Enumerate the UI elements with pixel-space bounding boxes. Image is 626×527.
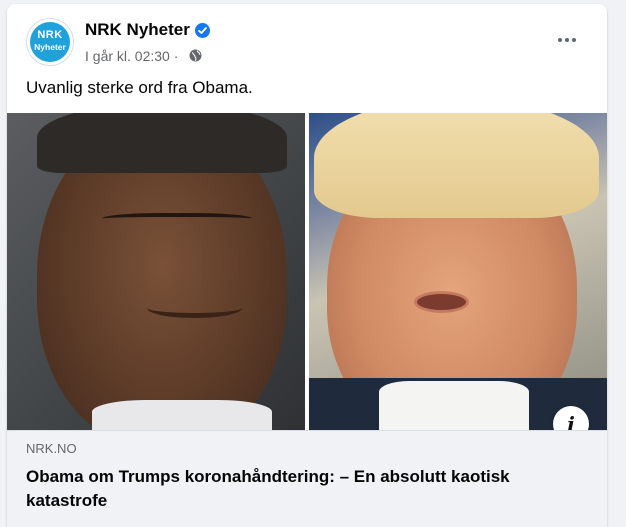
- verified-check-icon: [195, 23, 210, 38]
- more-horizontal-icon: [572, 38, 576, 42]
- link-title[interactable]: Obama om Trumps koronahåndtering: – En a…: [26, 465, 586, 513]
- info-button[interactable]: i: [553, 406, 589, 430]
- more-horizontal-icon: [565, 38, 569, 42]
- link-preview[interactable]: NRK.NO Obama om Trumps koronahåndtering:…: [7, 430, 607, 527]
- post-header: NRK Nyheter NRK Nyheter I går kl. 02:30 …: [7, 4, 607, 74]
- post-message: Uvanlig sterke ord fra Obama.: [26, 78, 253, 97]
- trump-photo: [309, 113, 607, 430]
- page-name-link[interactable]: NRK Nyheter: [85, 20, 190, 40]
- obama-photo: [7, 113, 305, 430]
- trump-collar: [379, 381, 529, 430]
- more-options-button[interactable]: [549, 22, 585, 58]
- obama-mouth: [147, 298, 242, 318]
- page-avatar[interactable]: NRK Nyheter: [26, 18, 74, 66]
- obama-hair: [37, 113, 287, 173]
- info-icon: i: [567, 412, 575, 430]
- post-card: NRK Nyheter NRK Nyheter I går kl. 02:30 …: [7, 4, 607, 527]
- nrk-logo: NRK Nyheter: [30, 22, 70, 62]
- globe-icon: [189, 49, 202, 62]
- avatar-logo-text: NRK: [37, 29, 63, 41]
- obama-collar: [92, 400, 272, 430]
- link-domain: NRK.NO: [26, 441, 77, 456]
- trump-mouth: [414, 291, 469, 313]
- obama-eyes: [102, 213, 252, 227]
- trump-hair: [314, 113, 599, 218]
- more-horizontal-icon: [558, 38, 562, 42]
- avatar-sub-text: Nyheter: [34, 42, 66, 52]
- post-timestamp[interactable]: I går kl. 02:30 ·: [85, 48, 178, 64]
- post-image[interactable]: i: [7, 113, 607, 430]
